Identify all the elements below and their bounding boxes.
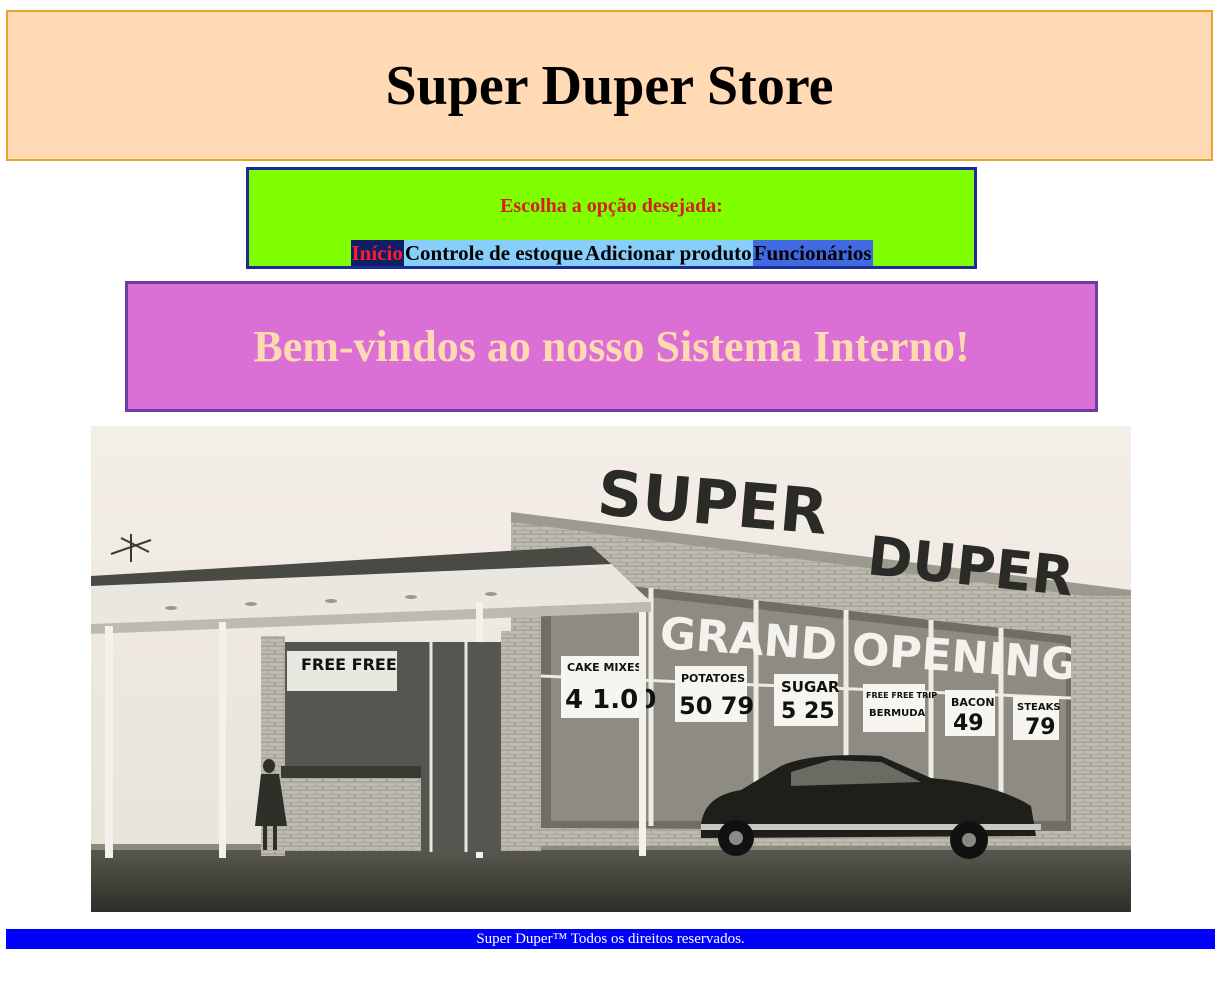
page-header: Super Duper Store [6,10,1213,161]
price-sign-potatoes-price: 50 79 [679,692,754,720]
price-sign-steaks-price: 79 [1025,715,1056,740]
page-footer: Super Duper™ Todos os direitos reservado… [6,929,1215,949]
price-sign-bacon-label: BACON [951,696,995,709]
menu-prompt: Escolha a opção desejada: [500,195,723,217]
price-sign-potatoes-label: POTATOES [681,672,745,685]
welcome-heading: Bem-vindos ao nosso Sistema Interno! [253,322,970,371]
door-sign: FREE FREE [301,655,397,674]
nav-link-controle-estoque[interactable]: Controle de estoque [403,240,584,266]
price-sign-trip-price: BERMUDA [869,708,926,719]
price-sign-sugar-label: SUGAR [781,678,840,696]
nav-link-funcionarios[interactable]: Funcionários [752,240,873,266]
nav-links: InícioControle de estoqueAdicionar produ… [249,240,974,266]
price-sign-steaks-label: STEAKS [1017,702,1061,713]
options-menu: Escolha a opção desejada: InícioControle… [246,167,977,269]
store-photo: SUPER DUPER GRAND OPENING CAKE MIXES 4 1… [91,426,1131,912]
nav-link-inicio[interactable]: Início [350,240,404,266]
price-sign-cake-label: CAKE MIXES [567,661,642,674]
page-title: Super Duper Store [385,54,834,117]
price-sign-bacon-price: 49 [953,711,984,736]
price-sign-sugar-price: 5 25 [781,699,835,724]
nav-link-adicionar-produto[interactable]: Adicionar produto [583,240,753,266]
price-sign-trip-label: FREE FREE TRIP [866,691,937,700]
welcome-banner: Bem-vindos ao nosso Sistema Interno! [125,281,1098,412]
